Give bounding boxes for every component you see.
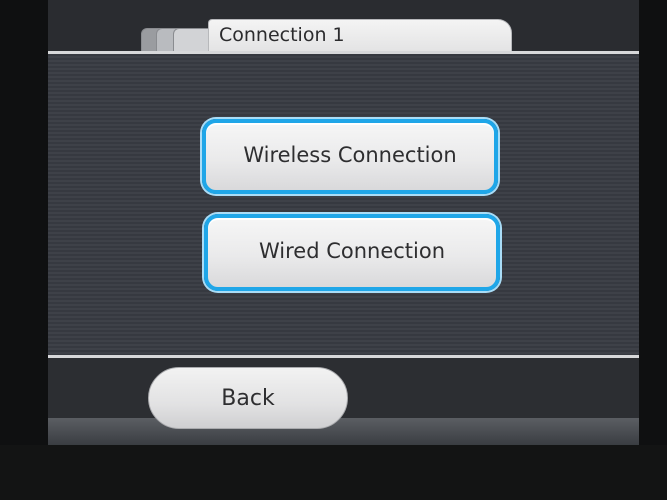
- back-button[interactable]: Back: [148, 367, 348, 429]
- page-title: Connection 1: [219, 24, 345, 46]
- wireless-connection-label: Wireless Connection: [243, 142, 457, 167]
- tv-bezel-bottom: [0, 445, 667, 500]
- wireless-connection-button[interactable]: Wireless Connection: [202, 119, 498, 194]
- connection-settings-screen: Connection 1 Wireless Connection Wired C…: [48, 0, 639, 445]
- tv-bezel-left: [0, 0, 48, 500]
- wired-connection-button[interactable]: Wired Connection: [204, 214, 500, 291]
- footer-base: [48, 418, 639, 445]
- back-label: Back: [221, 385, 275, 411]
- header-divider: [48, 51, 639, 54]
- active-tab: Connection 1: [208, 19, 512, 52]
- tv-screen-photo: Connection 1 Wireless Connection Wired C…: [0, 0, 667, 500]
- tv-bezel-right: [639, 0, 667, 500]
- wired-connection-label: Wired Connection: [258, 238, 446, 263]
